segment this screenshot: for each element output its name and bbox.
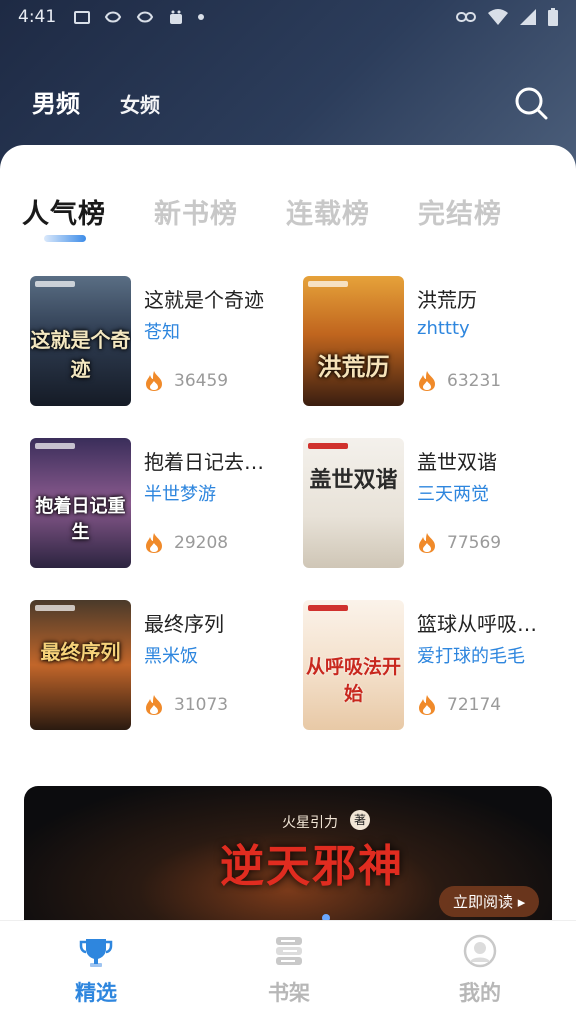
heat-count: 72174 bbox=[447, 695, 502, 715]
book-heat: 36459 bbox=[144, 370, 228, 392]
publisher-logo bbox=[308, 281, 348, 287]
read-now-button[interactable]: 立即阅读 ▸ bbox=[439, 886, 540, 917]
tab-new-books[interactable]: 新书榜 bbox=[154, 192, 238, 231]
nav-profile-label: 我的 bbox=[459, 981, 501, 1005]
nav-featured-label: 精选 bbox=[75, 981, 117, 1005]
book-cover[interactable]: 抱着日记重生 bbox=[30, 438, 131, 568]
trophy-icon bbox=[79, 939, 113, 967]
fire-icon bbox=[146, 371, 162, 391]
notification-icons bbox=[74, 9, 205, 25]
cover-title: 洪荒历 bbox=[317, 353, 390, 381]
fire-icon bbox=[146, 695, 162, 715]
tab-completed[interactable]: 完结榜 bbox=[418, 192, 502, 231]
publisher-logo bbox=[35, 605, 75, 611]
nav-featured[interactable]: 精选 bbox=[36, 921, 156, 1024]
heat-count: 36459 bbox=[174, 371, 229, 391]
tab-popular[interactable]: 人气榜 bbox=[22, 192, 106, 231]
banner-author: 火星引力 bbox=[282, 815, 338, 831]
book-item[interactable]: 洪荒历 洪荒历 zhttty 63231 bbox=[303, 276, 573, 408]
book-author[interactable]: 爱打球的毛毛 bbox=[417, 642, 525, 668]
link-icon bbox=[456, 12, 476, 22]
book-heat: 72174 bbox=[417, 694, 501, 716]
book-title[interactable]: 洪荒历 bbox=[417, 284, 567, 313]
book-author[interactable]: 苍知 bbox=[144, 318, 180, 344]
cover-title: 从呼吸法开始 bbox=[305, 656, 401, 705]
heat-count: 77569 bbox=[447, 533, 502, 553]
cover-title: 抱着日记重生 bbox=[35, 496, 126, 543]
active-tab-indicator bbox=[44, 235, 86, 242]
book-heat: 29208 bbox=[144, 532, 228, 554]
signal-icon bbox=[520, 9, 536, 25]
nav-bookshelf-label: 书架 bbox=[268, 981, 310, 1005]
book-item[interactable]: 最终序列 最终序列 黑米饭 31073 bbox=[30, 600, 300, 732]
cover-title: 最终序列 bbox=[40, 640, 121, 664]
user-icon bbox=[463, 934, 497, 968]
book-cover[interactable]: 这就是个奇迹 bbox=[30, 276, 131, 406]
book-title[interactable]: 抱着日记去… bbox=[144, 446, 294, 475]
tab-female[interactable]: 女频 bbox=[120, 89, 160, 118]
book-cover[interactable]: 洪荒历 bbox=[303, 276, 404, 406]
wifi-icon bbox=[488, 9, 508, 25]
book-item[interactable]: 盖世双谐 盖世双谐 三天两觉 77569 bbox=[303, 438, 573, 570]
image-notification-icon bbox=[74, 10, 91, 24]
fire-icon bbox=[419, 695, 435, 715]
book-cover[interactable]: 盖世双谐 bbox=[303, 438, 404, 568]
more-notifications-dot bbox=[198, 14, 205, 20]
publisher-logo bbox=[35, 443, 75, 449]
system-icons bbox=[456, 8, 558, 26]
book-item[interactable]: 这就是个奇迹 这就是个奇迹 苍知 36459 bbox=[30, 276, 300, 408]
book-title[interactable]: 最终序列 bbox=[144, 608, 294, 637]
book-heat: 31073 bbox=[144, 694, 228, 716]
tab-serializing[interactable]: 连载榜 bbox=[286, 192, 370, 231]
heat-count: 31073 bbox=[174, 695, 229, 715]
bookshelf-icon bbox=[276, 937, 302, 965]
nav-bookshelf[interactable]: 书架 bbox=[229, 921, 349, 1024]
banner-title: 逆天邪神 bbox=[220, 841, 404, 892]
book-author[interactable]: 半世梦游 bbox=[144, 480, 216, 506]
tab-male[interactable]: 男频 bbox=[32, 84, 80, 119]
search-icon[interactable] bbox=[514, 86, 548, 120]
fire-icon bbox=[419, 533, 435, 553]
publisher-logo bbox=[308, 605, 348, 611]
fire-icon bbox=[146, 533, 162, 553]
nav-profile[interactable]: 我的 bbox=[420, 921, 540, 1024]
heat-count: 29208 bbox=[174, 533, 229, 553]
book-title[interactable]: 篮球从呼吸… bbox=[417, 608, 567, 637]
book-item[interactable]: 从呼吸法开始 篮球从呼吸… 爱打球的毛毛 72174 bbox=[303, 600, 573, 732]
ranking-tabs: 人气榜 新书榜 连载榜 完结榜 bbox=[22, 192, 576, 231]
fire-icon bbox=[419, 371, 435, 391]
android-notification-icon bbox=[170, 10, 183, 24]
status-time: 4:41 bbox=[18, 7, 57, 27]
book-author[interactable]: 黑米饭 bbox=[144, 642, 198, 668]
book-title[interactable]: 盖世双谐 bbox=[417, 446, 567, 475]
heat-count: 63231 bbox=[447, 371, 502, 391]
publisher-logo bbox=[35, 281, 75, 287]
book-heat: 77569 bbox=[417, 532, 501, 554]
banner-author-badge: 著 bbox=[350, 810, 370, 830]
battery-icon bbox=[548, 8, 558, 26]
book-heat: 63231 bbox=[417, 370, 501, 392]
cover-title: 这就是个奇迹 bbox=[30, 328, 131, 381]
book-author[interactable]: zhttty bbox=[417, 318, 470, 339]
app-notification-icon bbox=[105, 11, 122, 23]
book-author[interactable]: 三天两觉 bbox=[417, 480, 489, 506]
book-cover[interactable]: 最终序列 bbox=[30, 600, 131, 730]
book-title[interactable]: 这就是个奇迹 bbox=[144, 284, 294, 313]
book-cover[interactable]: 从呼吸法开始 bbox=[303, 600, 404, 730]
promo-banner[interactable]: 火星引力 著 逆天邪神 立即阅读 ▸ bbox=[24, 786, 552, 936]
book-item[interactable]: 抱着日记重生 抱着日记去… 半世梦游 29208 bbox=[30, 438, 300, 570]
app-notification-icon-2 bbox=[137, 11, 154, 23]
status-bar: 4:41 bbox=[0, 0, 576, 34]
publisher-logo bbox=[308, 443, 348, 449]
cover-title: 盖世双谐 bbox=[309, 467, 398, 493]
bottom-navigation: 精选 书架 我的 bbox=[0, 920, 576, 1024]
gender-tabs: 男频 女频 bbox=[32, 84, 160, 119]
